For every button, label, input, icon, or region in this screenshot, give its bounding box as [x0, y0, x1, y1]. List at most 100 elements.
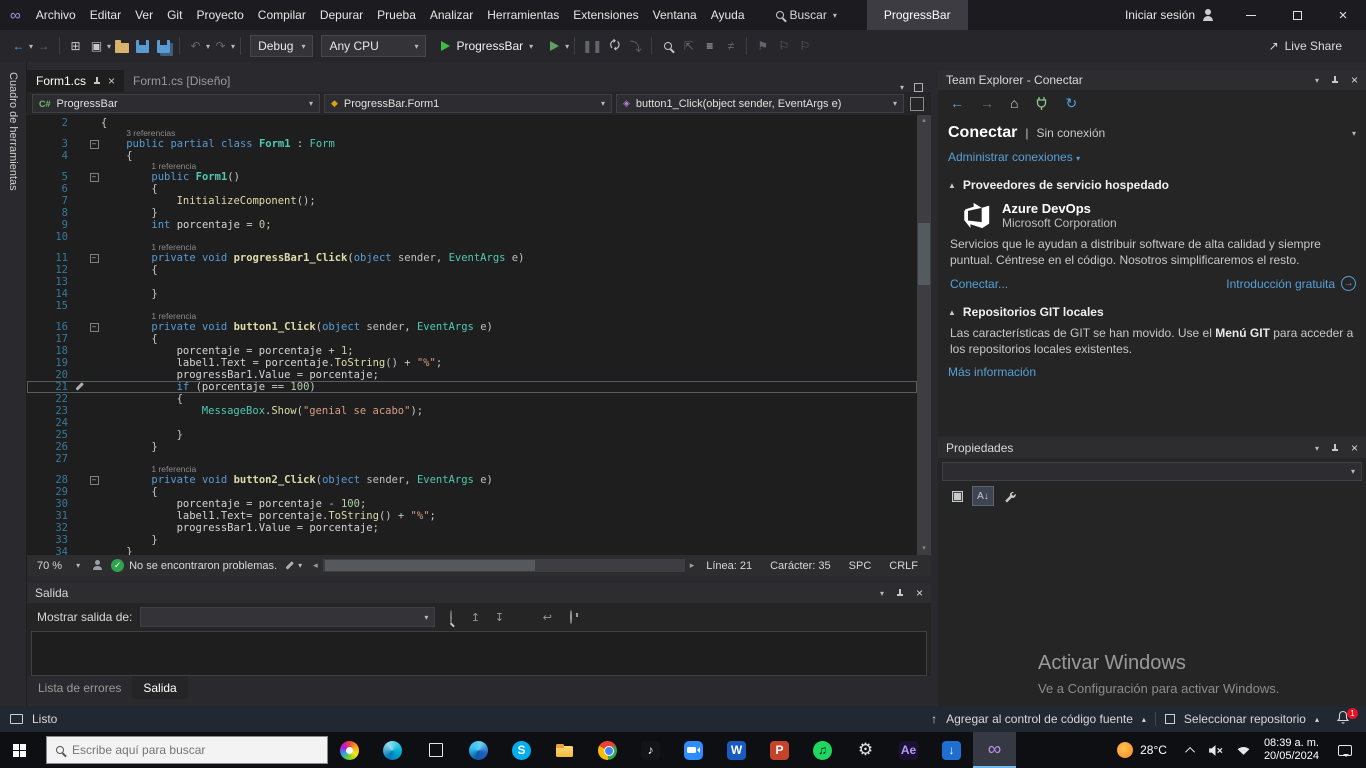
microsoft-edge-button[interactable]	[457, 732, 500, 768]
code-text[interactable]: progressBar1.Value = porcentaje;	[101, 369, 917, 381]
code-line-6[interactable]: 6{	[27, 183, 917, 195]
properties-grid-empty[interactable]	[938, 511, 1366, 631]
collapse-icon[interactable]: −	[89, 173, 99, 182]
next-bookmark-icon[interactable]: ⚐	[796, 37, 813, 55]
codelens-references[interactable]: 1 referencia	[27, 312, 917, 321]
skype-button[interactable]: S	[500, 732, 543, 768]
member-dropdown[interactable]: ◈ button1_Click(object sender, EventArgs…	[616, 94, 904, 113]
next-message-icon[interactable]: ↧	[491, 611, 507, 624]
live-share-button[interactable]: ↗ Live Share	[1269, 39, 1342, 53]
word-wrap-icon[interactable]: ↩	[539, 611, 555, 624]
toolbox-side-tab[interactable]: Cuadro de herramientas	[0, 62, 27, 706]
menu-proyecto[interactable]: Proyecto	[189, 0, 250, 30]
code-text[interactable]	[101, 276, 917, 288]
editor-tab[interactable]: Form1.cs ×	[27, 70, 125, 92]
taskbar-search[interactable]	[46, 736, 328, 764]
window-position-chevron-icon[interactable]: ▾	[1315, 444, 1319, 453]
code-text[interactable]: {	[101, 183, 917, 195]
code-line-31[interactable]: 31 label1.Text= porcentaje.ToString() + "…	[27, 510, 917, 522]
code-text[interactable]: public partial class Form1 : Form	[101, 138, 917, 150]
volume-muted-icon[interactable]	[1208, 744, 1223, 757]
add-item-chevron[interactable]: ▾	[107, 42, 111, 51]
code-text[interactable]: label1.Text= porcentaje.ToString() + "%"…	[101, 510, 917, 522]
local-git-section[interactable]: ▲ Repositorios GIT locales	[948, 305, 1356, 319]
code-line-3[interactable]: 3− public partial class Form1 : Form	[27, 138, 917, 150]
chevron-down-icon[interactable]: ▾	[1352, 129, 1356, 138]
menu-extensiones[interactable]: Extensiones	[566, 0, 645, 30]
code-line-18[interactable]: 18 porcentaje = porcentaje + 1;	[27, 345, 917, 357]
menu-editar[interactable]: Editar	[83, 0, 128, 30]
code-text[interactable]: }	[101, 441, 917, 453]
code-text[interactable]	[101, 231, 917, 243]
spaces-indicator[interactable]: SPC	[840, 560, 881, 572]
break-all-icon[interactable]: ❚❚	[582, 37, 602, 55]
project-dropdown[interactable]: C# ProgressBar ▾	[32, 94, 320, 113]
feedback-icon[interactable]	[10, 714, 23, 724]
codelens-references[interactable]: 1 referencia	[27, 243, 917, 252]
editor-tab[interactable]: Form1.cs [Diseño]	[124, 70, 239, 92]
network-wifi-icon[interactable]	[1236, 744, 1251, 756]
hosted-providers-section[interactable]: ▲ Proveedores de servicio hospedado	[948, 178, 1356, 192]
output-source-select[interactable]: ▾	[140, 607, 436, 627]
type-dropdown[interactable]: ◆ ProgressBar.Form1 ▾	[324, 94, 612, 113]
spotify-button[interactable]: ♫	[801, 732, 844, 768]
minimize-button[interactable]	[1228, 0, 1274, 30]
back-history-chevron[interactable]: ▾	[29, 42, 33, 51]
output-text-area[interactable]	[31, 631, 927, 676]
pin-icon[interactable]	[1331, 444, 1339, 452]
sign-in-button[interactable]: Iniciar sesión	[1125, 8, 1214, 22]
zoom-select[interactable]: 70 % ▾	[31, 555, 86, 576]
autoscroll-icon[interactable]	[563, 610, 579, 624]
start-button[interactable]	[0, 732, 46, 768]
add-item-icon[interactable]: ▣	[88, 37, 105, 55]
menu-herramientas[interactable]: Herramientas	[480, 0, 566, 30]
settings-button[interactable]: ⚙	[844, 732, 887, 768]
more-info-link[interactable]: Más información	[948, 365, 1356, 379]
start-without-debugging-icon[interactable]	[546, 37, 563, 55]
uncomment-icon[interactable]: ≠	[722, 37, 739, 55]
property-pages-icon[interactable]	[998, 486, 1020, 506]
code-text[interactable]: progressBar1.Value = porcentaje;	[101, 522, 917, 534]
close-button[interactable]: ×	[1320, 0, 1366, 30]
code-text[interactable]: InitializeComponent();	[101, 195, 917, 207]
code-text[interactable]: }	[101, 429, 917, 441]
code-text[interactable]: {	[101, 486, 917, 498]
notifications-button[interactable]: 1	[1336, 708, 1358, 728]
menu-ver[interactable]: Ver	[128, 0, 160, 30]
action-center-icon[interactable]	[1338, 744, 1352, 757]
code-editor[interactable]: 2{3 referencias 3− public partial class Fo…	[27, 115, 931, 555]
code-line-24[interactable]: 24	[27, 417, 917, 429]
undo-icon[interactable]: ↶	[187, 37, 204, 55]
connect-link[interactable]: Conectar...	[950, 277, 1008, 291]
pin-icon[interactable]	[896, 589, 904, 597]
code-line-29[interactable]: 29 {	[27, 486, 917, 498]
find-in-files-icon[interactable]	[659, 37, 676, 55]
column-indicator[interactable]: Carácter: 35	[761, 560, 840, 572]
file-explorer-button[interactable]	[543, 732, 586, 768]
code-text[interactable]: }	[101, 288, 917, 300]
code-line-5[interactable]: 5− public Form1()	[27, 171, 917, 183]
code-text[interactable]: {	[101, 393, 917, 405]
powerpoint-button[interactable]: P	[758, 732, 801, 768]
code-line-7[interactable]: 7 InitializeComponent();	[27, 195, 917, 207]
chevron-up-icon[interactable]: ▴	[1315, 715, 1319, 724]
code-line-16[interactable]: 16 − private void button1_Click(object sen…	[27, 321, 917, 333]
scrollbar-thumb[interactable]	[918, 223, 930, 285]
previous-bookmark-icon[interactable]: ⚐	[775, 37, 792, 55]
menu-compilar[interactable]: Compilar	[251, 0, 313, 30]
code-text[interactable]	[101, 300, 917, 312]
redo-chevron[interactable]: ▾	[231, 42, 235, 51]
collapse-icon[interactable]: −	[89, 323, 99, 332]
code-text[interactable]: porcentaje = porcentaje + 1;	[101, 345, 917, 357]
window-options-icon[interactable]	[914, 83, 923, 92]
menu-archivo[interactable]: Archivo	[29, 0, 83, 30]
scroll-up-icon[interactable]: ▴	[917, 115, 931, 127]
codelens-references[interactable]: 1 referencia	[27, 162, 917, 171]
search-input[interactable]	[72, 743, 292, 757]
intellicode-icon[interactable]	[92, 560, 103, 571]
bookmark-icon[interactable]: ⚑	[754, 37, 771, 55]
taskbar-clock[interactable]: 08:39 a. m. 20/05/2024	[1264, 737, 1319, 763]
comment-icon[interactable]: ≡	[701, 37, 718, 55]
code-text[interactable]: public Form1()	[101, 171, 917, 183]
back-icon[interactable]: ←	[950, 95, 964, 111]
